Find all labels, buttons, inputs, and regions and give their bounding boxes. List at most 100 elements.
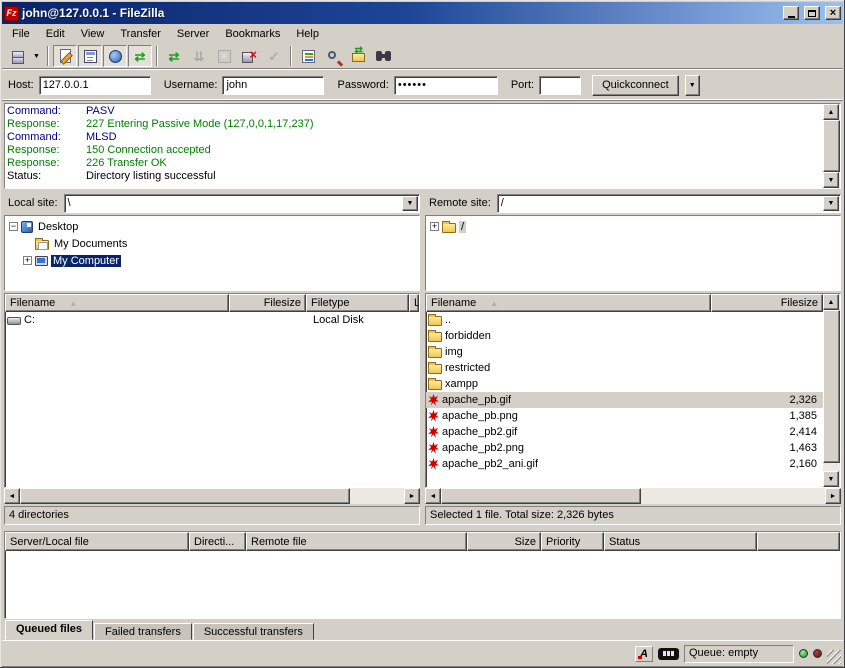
- scroll-left-button[interactable]: ◄: [425, 488, 441, 504]
- scroll-left-button[interactable]: ◄: [4, 488, 20, 504]
- remote-file-row[interactable]: xampp: [426, 376, 823, 392]
- cancel-button[interactable]: ×: [212, 45, 236, 67]
- quickconnect-dropdown[interactable]: ▼: [685, 75, 700, 96]
- expand-icon[interactable]: +: [23, 256, 32, 265]
- local-directory-tree: − Desktop My Documents + My Computer: [4, 215, 420, 291]
- disconnect-button[interactable]: [237, 45, 261, 67]
- filter-button[interactable]: [296, 45, 320, 67]
- scroll-thumb[interactable]: [823, 310, 840, 463]
- scroll-track[interactable]: [20, 488, 404, 504]
- remote-file-row[interactable]: apache_pb2.gif2,414: [426, 424, 823, 440]
- site-manager-dropdown[interactable]: ▼: [30, 45, 43, 67]
- host-input[interactable]: [39, 76, 151, 95]
- transfer-type-indicator[interactable]: A: [635, 646, 653, 662]
- menu-view[interactable]: View: [73, 26, 113, 42]
- tab-queued-files[interactable]: Queued files: [5, 620, 93, 640]
- scroll-up-button[interactable]: ▲: [823, 294, 839, 310]
- menu-transfer[interactable]: Transfer: [112, 26, 169, 42]
- directory-comparison-button[interactable]: [371, 45, 395, 67]
- column-header-size[interactable]: Size: [467, 532, 541, 551]
- close-button[interactable]: ×: [825, 6, 841, 20]
- log-line: Response:150 Connection accepted: [7, 144, 823, 157]
- menu-file[interactable]: File: [4, 26, 38, 42]
- toggle-transfer-queue-button[interactable]: ⇄: [128, 45, 152, 67]
- column-header-remote-file[interactable]: Remote file: [246, 532, 467, 551]
- remote-file-row[interactable]: apache_pb2_ani.gif2,160: [426, 456, 823, 472]
- reconnect-button[interactable]: ✓: [262, 45, 286, 67]
- column-header-filename[interactable]: Filename▲: [426, 294, 711, 312]
- remote-site-label: Remote site:: [425, 197, 493, 209]
- indicator-badge-icon[interactable]: [658, 648, 679, 660]
- menu-server[interactable]: Server: [169, 26, 217, 42]
- menu-help[interactable]: Help: [288, 26, 327, 42]
- tree-item-my-documents[interactable]: My Documents: [9, 235, 419, 252]
- scroll-down-button[interactable]: ▼: [823, 172, 839, 188]
- column-header-lastmodified-truncated[interactable]: L: [409, 294, 419, 312]
- local-file-row[interactable]: C: Local Disk: [5, 312, 419, 328]
- quickconnect-button[interactable]: Quickconnect: [592, 75, 679, 96]
- toggle-remote-tree-button[interactable]: [103, 45, 127, 67]
- scroll-thumb[interactable]: [823, 120, 840, 172]
- scroll-track[interactable]: [823, 120, 840, 172]
- window-title: john@127.0.0.1 - FileZilla: [22, 6, 778, 20]
- column-header-filesize[interactable]: Filesize: [229, 294, 306, 312]
- scroll-thumb[interactable]: [20, 488, 350, 504]
- port-input[interactable]: [539, 76, 581, 95]
- menu-bookmarks[interactable]: Bookmarks: [217, 26, 288, 42]
- scroll-down-button[interactable]: ▼: [823, 471, 839, 487]
- column-header-status[interactable]: Status: [604, 532, 757, 551]
- remote-file-row[interactable]: forbidden: [426, 328, 823, 344]
- menu-edit[interactable]: Edit: [38, 26, 73, 42]
- remote-file-row[interactable]: ..: [426, 312, 823, 328]
- column-header-filetype[interactable]: Filetype: [306, 294, 409, 312]
- scroll-thumb[interactable]: [441, 488, 641, 504]
- remote-file-row[interactable]: apache_pb.png1,385: [426, 408, 823, 424]
- remote-vertical-scrollbar[interactable]: ▲ ▼: [823, 294, 840, 487]
- local-site-dropdown[interactable]: ▼: [402, 196, 418, 211]
- minimize-button[interactable]: [783, 6, 799, 20]
- toggle-local-tree-button[interactable]: [78, 45, 102, 67]
- remote-file-row-selected[interactable]: apache_pb.gif2,326: [426, 392, 823, 408]
- remote-horizontal-scrollbar[interactable]: ◄ ►: [425, 488, 841, 504]
- expand-icon[interactable]: +: [430, 222, 439, 231]
- site-manager-button[interactable]: [5, 45, 29, 67]
- log-scrollbar[interactable]: ▲ ▼: [823, 104, 840, 188]
- remote-file-row[interactable]: restricted: [426, 360, 823, 376]
- collapse-icon[interactable]: −: [9, 222, 18, 231]
- remote-site-combobox[interactable]: / ▼: [497, 194, 841, 213]
- resize-grip[interactable]: [827, 650, 841, 664]
- scroll-track[interactable]: [823, 310, 840, 471]
- remote-site-dropdown[interactable]: ▼: [823, 196, 839, 211]
- password-input[interactable]: [394, 76, 498, 95]
- username-input[interactable]: [222, 76, 324, 95]
- remote-file-row[interactable]: img: [426, 344, 823, 360]
- column-header-filesize[interactable]: Filesize: [711, 294, 823, 312]
- local-site-label: Local site:: [4, 197, 60, 209]
- column-header-server-local-file[interactable]: Server/Local file: [5, 532, 189, 551]
- scroll-right-button[interactable]: ►: [825, 488, 841, 504]
- tab-successful-transfers[interactable]: Successful transfers: [193, 623, 314, 640]
- local-site-combobox[interactable]: \ ▼: [64, 194, 420, 213]
- queue-header: Server/Local file Directi... Remote file…: [5, 532, 840, 551]
- column-header-filename[interactable]: Filename▲: [5, 294, 229, 312]
- refresh-button[interactable]: ⇄: [162, 45, 186, 67]
- tree-item-root[interactable]: + /: [430, 218, 840, 235]
- tree-item-desktop[interactable]: − Desktop: [9, 218, 419, 235]
- image-file-icon: [428, 394, 439, 406]
- toggle-message-log-button[interactable]: [53, 45, 77, 67]
- scroll-track[interactable]: [441, 488, 825, 504]
- activity-led-red-icon: [813, 649, 822, 658]
- process-queue-button[interactable]: ⇊: [187, 45, 211, 67]
- scroll-up-button[interactable]: ▲: [823, 104, 839, 120]
- remote-file-row[interactable]: apache_pb2.png1,463: [426, 440, 823, 456]
- local-horizontal-scrollbar[interactable]: ◄ ►: [4, 488, 420, 504]
- tree-item-my-computer[interactable]: + My Computer: [9, 252, 419, 269]
- tab-failed-transfers[interactable]: Failed transfers: [94, 623, 192, 640]
- synchronized-browsing-button[interactable]: [346, 45, 370, 67]
- maximize-button[interactable]: [804, 6, 820, 20]
- column-header-priority[interactable]: Priority: [541, 532, 604, 551]
- file-search-button[interactable]: [321, 45, 345, 67]
- scroll-right-button[interactable]: ►: [404, 488, 420, 504]
- queue-body: [5, 551, 840, 618]
- column-header-direction[interactable]: Directi...: [189, 532, 246, 551]
